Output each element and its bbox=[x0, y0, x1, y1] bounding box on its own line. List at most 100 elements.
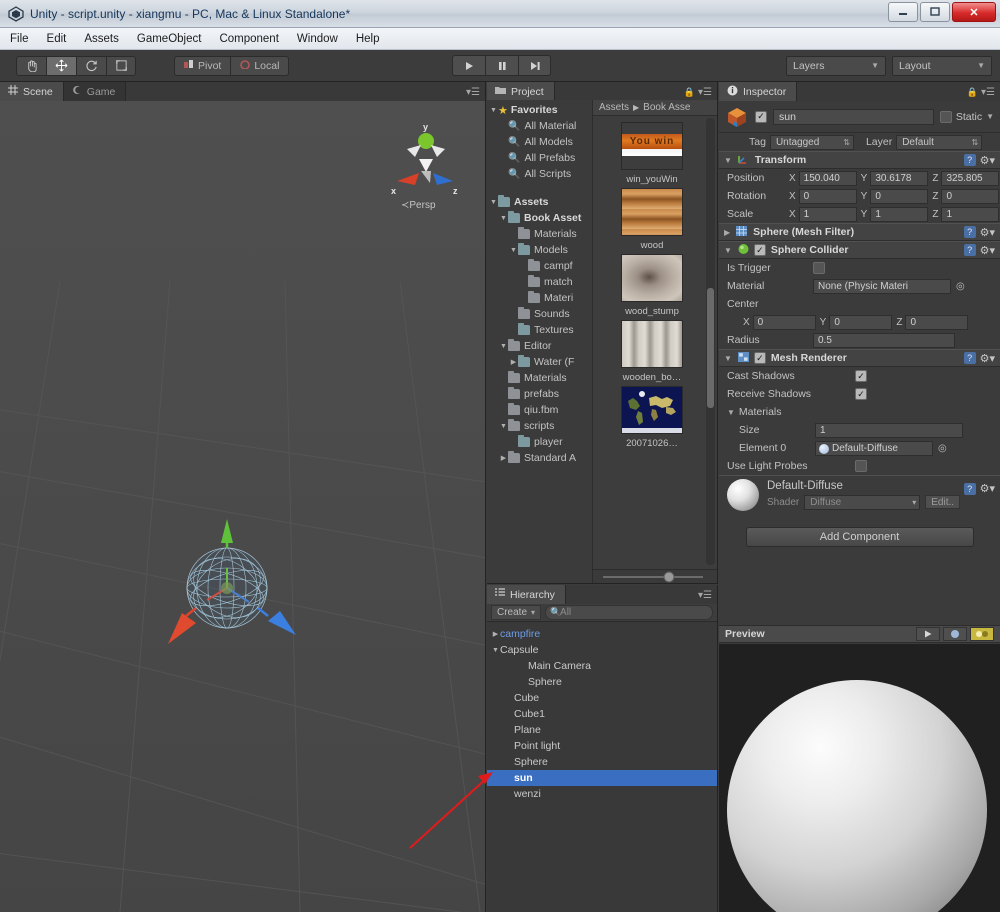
minimize-button[interactable] bbox=[888, 2, 918, 22]
project-tree-item[interactable]: ▶ Standard A bbox=[487, 450, 592, 466]
project-tree-item[interactable]: ▶ Water (F bbox=[487, 354, 592, 370]
preview-toggle-icon[interactable] bbox=[970, 627, 994, 641]
component-header-sphere-collider[interactable]: ▼ ✓ Sphere Collider ? ⚙▾ bbox=[719, 241, 1000, 259]
object-name-input[interactable]: sun bbox=[773, 108, 934, 125]
step-button[interactable] bbox=[518, 55, 551, 76]
foldout-open-icon[interactable]: ▼ bbox=[499, 423, 508, 430]
transform-rotation-x-field[interactable]: 0 bbox=[798, 188, 857, 204]
materials-element0-field[interactable]: Default-Diffuse bbox=[815, 440, 933, 456]
play-button[interactable] bbox=[452, 55, 485, 76]
materials-size-field[interactable]: 1 bbox=[815, 422, 963, 438]
project-tree-item[interactable]: ▶🔍All Prefabs bbox=[487, 150, 592, 166]
project-tree-item[interactable]: ▶🔍All Models bbox=[487, 134, 592, 150]
is-trigger-checkbox[interactable] bbox=[813, 262, 825, 274]
project-asset-grid[interactable]: Assets ▶ Book Asse You win win_youWin wo… bbox=[593, 100, 717, 583]
menu-component[interactable]: Component bbox=[219, 33, 278, 45]
center-y-field[interactable]: 0 bbox=[829, 314, 893, 330]
move-tool-button[interactable] bbox=[46, 55, 76, 76]
gear-icon[interactable]: ⚙▾ bbox=[980, 226, 995, 239]
project-tree[interactable]: ▼★Favorites▶🔍All Material▶🔍All Models▶🔍A… bbox=[487, 100, 593, 583]
inspector-lock-icon[interactable]: 🔒 bbox=[967, 87, 978, 98]
asset-item-world-map[interactable]: 20071026… bbox=[621, 386, 683, 449]
center-z-field[interactable]: 0 bbox=[905, 314, 969, 330]
project-tree-item[interactable]: ▶ prefabs bbox=[487, 386, 592, 402]
preview-play-button[interactable] bbox=[916, 627, 940, 641]
project-tree-item[interactable]: ▶ Textures bbox=[487, 322, 592, 338]
tab-project[interactable]: Project bbox=[487, 82, 555, 101]
project-tree-item[interactable]: ▶ Materi bbox=[487, 290, 592, 306]
foldout-open-icon[interactable]: ▼ bbox=[499, 343, 508, 350]
project-tree-item[interactable]: ▶ campf bbox=[487, 258, 592, 274]
materials-foldout-row[interactable]: ▼ Materials bbox=[719, 403, 1000, 421]
asset-item-wooden-boards[interactable]: wooden_bo… bbox=[621, 320, 683, 383]
close-button[interactable]: ✕ bbox=[952, 2, 996, 22]
foldout-closed-icon[interactable]: ▶ bbox=[491, 630, 500, 638]
project-tree-item[interactable]: ▶ Materials bbox=[487, 226, 592, 242]
component-header-transform[interactable]: ▼ Transform ? ⚙▾ bbox=[719, 151, 1000, 169]
preview-lighting-icon[interactable] bbox=[943, 627, 967, 641]
hierarchy-item[interactable]: ▶wenzi bbox=[487, 786, 717, 802]
transform-scale-y-field[interactable]: 1 bbox=[870, 206, 929, 222]
help-icon[interactable]: ? bbox=[963, 244, 976, 256]
hierarchy-item[interactable]: ▶Main Camera bbox=[487, 658, 717, 674]
transform-position-z-field[interactable]: 325.805 bbox=[941, 170, 1000, 186]
transform-scale-x-field[interactable]: 1 bbox=[798, 206, 857, 222]
receive-shadows-checkbox[interactable]: ✓ bbox=[855, 388, 867, 400]
tab-game[interactable]: Game bbox=[63, 82, 127, 101]
gear-icon[interactable]: ⚙▾ bbox=[980, 154, 995, 167]
foldout-open-icon[interactable]: ▼ bbox=[509, 247, 518, 254]
hierarchy-create-button[interactable]: Create ▾ bbox=[491, 605, 542, 620]
foldout-open-icon[interactable]: ▼ bbox=[489, 107, 498, 114]
help-icon[interactable]: ? bbox=[963, 352, 976, 364]
project-tree-item[interactable]: ▶ Materials bbox=[487, 370, 592, 386]
foldout-closed-icon[interactable]: ▶ bbox=[724, 228, 730, 237]
project-tree-item[interactable]: ▶🔍All Scripts bbox=[487, 166, 592, 182]
project-tree-item[interactable]: ▶ match bbox=[487, 274, 592, 290]
object-picker-icon[interactable]: ◎ bbox=[938, 443, 947, 454]
hierarchy-item[interactable]: ▶Plane bbox=[487, 722, 717, 738]
menu-file[interactable]: File bbox=[10, 33, 29, 45]
menu-help[interactable]: Help bbox=[356, 33, 380, 45]
pause-button[interactable] bbox=[485, 55, 518, 76]
asset-item-wood-stump[interactable]: wood_stump bbox=[621, 254, 683, 317]
foldout-open-icon[interactable]: ▼ bbox=[489, 199, 498, 206]
foldout-open-icon[interactable]: ▼ bbox=[491, 647, 500, 654]
hierarchy-item[interactable]: ▶Sphere bbox=[487, 674, 717, 690]
transform-position-x-field[interactable]: 150.040 bbox=[798, 170, 857, 186]
menu-edit[interactable]: Edit bbox=[47, 33, 67, 45]
foldout-open-icon[interactable]: ▼ bbox=[727, 408, 735, 417]
project-tree-item[interactable]: ▼ ★ Favorites bbox=[487, 102, 592, 118]
tag-dropdown[interactable]: Untagged ⇅ bbox=[769, 134, 854, 150]
collider-material-field[interactable]: None (Physic Materi bbox=[813, 278, 951, 294]
scale-tool-button[interactable] bbox=[106, 55, 136, 76]
light-probes-checkbox[interactable] bbox=[855, 460, 867, 472]
cast-shadows-checkbox[interactable]: ✓ bbox=[855, 370, 867, 382]
rotate-tool-button[interactable] bbox=[76, 55, 106, 76]
scene-panel-menu-icon[interactable]: ▾☰ bbox=[466, 87, 480, 98]
add-component-button[interactable]: Add Component bbox=[745, 527, 974, 547]
project-tree-item[interactable]: ▼ scripts bbox=[487, 418, 592, 434]
collider-radius-field[interactable]: 0.5 bbox=[813, 332, 955, 348]
breadcrumb-book-assets[interactable]: Book Asse bbox=[643, 102, 690, 113]
help-icon[interactable]: ? bbox=[963, 226, 976, 238]
component-header-mesh-renderer[interactable]: ▼ ✓ Mesh Renderer ? ⚙▾ bbox=[719, 349, 1000, 367]
foldout-open-icon[interactable]: ▼ bbox=[724, 156, 732, 165]
foldout-open-icon[interactable]: ▼ bbox=[724, 354, 732, 363]
project-tree-item[interactable]: ▼ Assets bbox=[487, 194, 592, 210]
static-checkbox[interactable] bbox=[939, 110, 952, 123]
asset-item-win-youwin[interactable]: You win win_youWin bbox=[621, 122, 683, 185]
gear-icon[interactable]: ⚙▾ bbox=[980, 482, 995, 495]
pivot-toggle[interactable]: Pivot bbox=[174, 55, 231, 76]
transform-scale-z-field[interactable]: 1 bbox=[941, 206, 1000, 222]
foldout-closed-icon[interactable]: ▶ bbox=[509, 358, 518, 366]
hierarchy-item[interactable]: ▼ Capsule bbox=[487, 642, 717, 658]
transform-position-y-field[interactable]: 30.6178 bbox=[870, 170, 929, 186]
gear-icon[interactable]: ⚙▾ bbox=[980, 244, 995, 257]
component-header-mesh-filter[interactable]: ▶ Sphere (Mesh Filter) ? ⚙▾ bbox=[719, 223, 1000, 241]
center-x-field[interactable]: 0 bbox=[752, 314, 816, 330]
local-toggle[interactable]: Local bbox=[230, 55, 290, 76]
tab-hierarchy[interactable]: Hierarchy bbox=[487, 585, 566, 604]
asset-item-wood[interactable]: wood bbox=[621, 188, 683, 251]
tab-scene[interactable]: Scene bbox=[0, 82, 64, 101]
hierarchy-item-selected[interactable]: ▶sun bbox=[487, 770, 717, 786]
